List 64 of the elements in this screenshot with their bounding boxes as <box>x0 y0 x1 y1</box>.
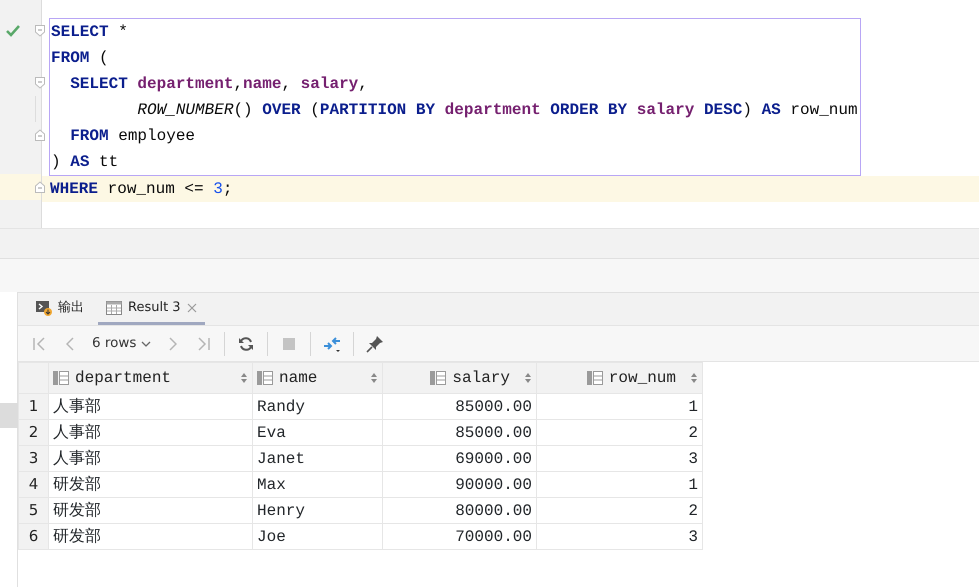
pin-icon <box>366 334 384 352</box>
next-icon <box>169 336 178 350</box>
table-cell: Joe <box>252 524 382 550</box>
sort-icon[interactable] <box>240 372 248 384</box>
column-icon <box>430 371 446 385</box>
table-cell: 研发部 <box>48 472 252 498</box>
table-cell: 人事部 <box>48 446 252 472</box>
caret-icon <box>141 340 152 346</box>
fold-icon <box>35 25 45 37</box>
code-line: SELECT department,name, salary, <box>69 74 369 95</box>
column-header[interactable]: department <box>48 362 252 394</box>
table-cell: 研发部 <box>48 524 252 550</box>
code-line: FROM employee <box>69 126 196 147</box>
sort-icon[interactable] <box>690 372 698 384</box>
table-cell: 研发部 <box>48 498 252 524</box>
column-icon <box>53 371 69 385</box>
fold-icon <box>35 129 45 141</box>
sort-icon[interactable] <box>524 372 532 384</box>
row-number: 5 <box>18 498 48 524</box>
table-icon <box>106 300 122 314</box>
table-cell: Eva <box>252 420 382 446</box>
table-cell: Max <box>252 472 382 498</box>
code-line: ) AS tt <box>50 152 120 173</box>
table-cell: Henry <box>252 498 382 524</box>
row-number: 6 <box>18 524 48 550</box>
table-cell: Randy <box>252 394 382 420</box>
column-icon <box>257 371 273 385</box>
column-header[interactable]: name <box>252 362 382 394</box>
column-header[interactable]: salary <box>382 362 536 394</box>
column-header[interactable]: row_num <box>536 362 702 394</box>
table-cell: 人事部 <box>48 394 252 420</box>
previous-icon <box>66 336 74 350</box>
table-cell: 85000.00 <box>382 394 536 420</box>
code-line: SELECT * <box>50 22 129 43</box>
table-cell: 3 <box>536 524 702 550</box>
table-cell: 85000.00 <box>382 420 536 446</box>
arrows-icon <box>323 334 342 352</box>
close-icon[interactable] <box>186 302 197 312</box>
table-cell: 90000.00 <box>382 472 536 498</box>
sort-icon[interactable] <box>370 372 378 384</box>
table-cell: 1 <box>536 394 702 420</box>
row-number: 3 <box>18 446 48 472</box>
fold-icon <box>35 181 45 193</box>
table-cell: 80000.00 <box>382 498 536 524</box>
table-cell: 人事部 <box>48 420 252 446</box>
table-cell: Janet <box>252 446 382 472</box>
console-icon <box>36 300 52 316</box>
table-cell: 70000.00 <box>382 524 536 550</box>
code-line: ROW_NUMBER() OVER (PARTITION BY department ORDER BY salary DESC) AS row_num <box>136 100 858 121</box>
row-number: 2 <box>18 420 48 446</box>
row-number: 4 <box>18 472 48 498</box>
table-cell: 69000.00 <box>382 446 536 472</box>
table-cell: 2 <box>536 498 702 524</box>
result-tab[interactable]: 输出 <box>28 293 92 325</box>
table-cell: 2 <box>536 420 702 446</box>
refresh-icon <box>237 334 256 352</box>
column-icon <box>586 371 603 385</box>
table-cell: 3 <box>536 446 702 472</box>
fold-icon <box>35 77 45 89</box>
code-line: FROM ( <box>50 48 110 69</box>
check-icon <box>6 25 20 37</box>
table-cell: 1 <box>536 472 702 498</box>
row-number: 1 <box>18 394 48 420</box>
rows-dropdown[interactable]: 6 rows <box>86 331 158 356</box>
